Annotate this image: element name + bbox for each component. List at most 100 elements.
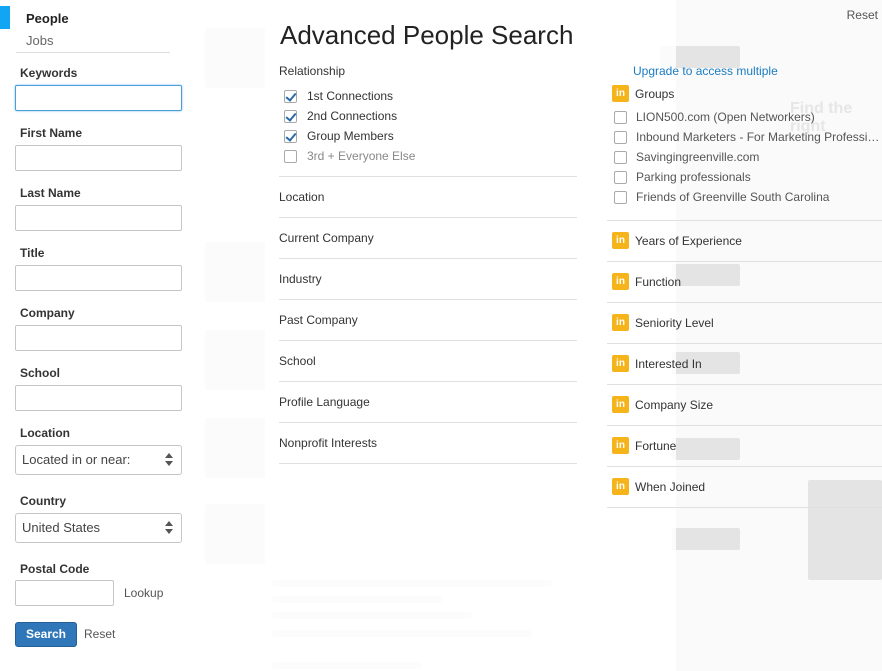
country-select-value: United States [22, 520, 101, 535]
section-divider [607, 507, 882, 508]
section-industry[interactable]: Industry [279, 272, 322, 286]
upgrade-link[interactable]: Upgrade to access multiple [633, 64, 778, 78]
section-divider [279, 217, 577, 218]
premium-filter-label: Fortune [635, 438, 677, 453]
title-label: Title [20, 246, 45, 260]
country-select[interactable]: United States [15, 513, 182, 543]
checkbox-unchecked[interactable] [614, 110, 627, 124]
section-school[interactable]: School [279, 354, 316, 368]
group-option[interactable]: Parking professionals [614, 170, 751, 184]
section-divider [607, 220, 882, 221]
checkbox-unchecked[interactable] [614, 150, 627, 164]
relationship-heading: Relationship [279, 64, 346, 78]
premium-filter-company-size[interactable]: in Company Size [612, 396, 713, 413]
section-divider [279, 258, 577, 259]
advanced-search-panel: Advanced People Search Reset Relationshi… [196, 0, 882, 671]
section-divider [279, 463, 577, 464]
checkbox-unchecked[interactable] [284, 149, 297, 163]
premium-filter-label: Company Size [635, 397, 714, 412]
advanced-search-screen: Find the right People Jobs Keywords Firs… [0, 0, 882, 671]
relationship-option-2nd[interactable]: 2nd Connections [284, 109, 397, 123]
checkbox-checked[interactable] [284, 89, 297, 103]
premium-filter-label: Function [635, 274, 682, 289]
group-option[interactable]: Savingingreenville.com [614, 150, 759, 164]
premium-filter-interested-in[interactable]: in Interested In [612, 355, 702, 372]
section-divider [279, 340, 577, 341]
group-label: Parking professionals [636, 170, 751, 184]
group-option[interactable]: Friends of Greenville South Carolina [614, 190, 829, 204]
company-input[interactable] [15, 325, 182, 351]
premium-filter-function[interactable]: in Function [612, 273, 681, 290]
location-select[interactable]: Located in or near: [15, 445, 182, 475]
nav-active-indicator [0, 6, 10, 29]
section-divider [607, 384, 882, 385]
section-divider [279, 381, 577, 382]
postal-code-input[interactable] [15, 580, 114, 606]
linkedin-premium-icon: in [612, 396, 629, 413]
nav-divider [16, 52, 170, 53]
relationship-option-1st[interactable]: 1st Connections [284, 89, 393, 103]
relationship-option-group[interactable]: Group Members [284, 129, 394, 143]
linkedin-premium-icon: in [612, 314, 629, 331]
group-label: Friends of Greenville South Carolina [636, 190, 830, 204]
section-divider [607, 261, 882, 262]
group-option[interactable]: LION500.com (Open Networkers) [614, 110, 815, 124]
section-location[interactable]: Location [279, 190, 324, 204]
checkbox-checked[interactable] [284, 109, 297, 123]
section-divider [607, 425, 882, 426]
premium-filter-label: Years of Experience [635, 233, 742, 248]
section-nonprofit-interests[interactable]: Nonprofit Interests [279, 436, 377, 450]
title-input[interactable] [15, 265, 182, 291]
checkbox-unchecked[interactable] [614, 190, 627, 204]
linkedin-premium-icon: in [612, 232, 629, 249]
page-title: Advanced People Search [280, 20, 574, 50]
school-label: School [20, 366, 61, 380]
section-divider [607, 343, 882, 344]
premium-filter-label: Seniority Level [635, 315, 714, 330]
section-divider [279, 422, 577, 423]
location-label: Location [20, 426, 70, 440]
lookup-link[interactable]: Lookup [124, 586, 163, 600]
top-reset-link[interactable]: Reset [847, 8, 878, 22]
option-label: 3rd + Everyone Else [307, 149, 416, 163]
premium-filter-label: Interested In [635, 356, 702, 371]
group-label: LION500.com (Open Networkers) [636, 110, 815, 124]
checkbox-unchecked[interactable] [614, 130, 627, 144]
reset-link[interactable]: Reset [84, 627, 115, 641]
first-name-label: First Name [20, 126, 83, 140]
group-label: Inbound Marketers - For Marketing Profes… [636, 130, 880, 144]
checkbox-checked[interactable] [284, 129, 297, 143]
group-option[interactable]: Inbound Marketers - For Marketing Profes… [614, 130, 879, 144]
option-label: Group Members [307, 129, 394, 143]
section-divider [279, 299, 577, 300]
school-input[interactable] [15, 385, 182, 411]
group-label: Savingingreenville.com [636, 150, 760, 164]
section-divider [607, 466, 882, 467]
postal-code-label: Postal Code [20, 562, 90, 576]
relationship-option-3rd[interactable]: 3rd + Everyone Else [284, 149, 415, 163]
premium-filter-label: When Joined [635, 479, 706, 494]
checkbox-unchecked[interactable] [614, 170, 627, 184]
linkedin-premium-icon: in [612, 355, 629, 372]
option-label: 2nd Connections [307, 109, 398, 123]
premium-filter-when-joined[interactable]: in When Joined [612, 478, 705, 495]
groups-heading-label: Groups [635, 86, 675, 101]
premium-filter-seniority[interactable]: in Seniority Level [612, 314, 714, 331]
company-label: Company [20, 306, 75, 320]
premium-filter-years-experience[interactable]: in Years of Experience [612, 232, 742, 249]
linkedin-premium-icon: in [612, 273, 629, 290]
first-name-input[interactable] [15, 145, 182, 171]
linkedin-premium-icon: in [612, 478, 629, 495]
premium-filter-fortune[interactable]: in Fortune [612, 437, 676, 454]
section-past-company[interactable]: Past Company [279, 313, 358, 327]
select-arrows-icon [165, 453, 173, 467]
section-current-company[interactable]: Current Company [279, 231, 374, 245]
nav-people[interactable]: People [26, 11, 69, 26]
linkedin-premium-icon: in [612, 85, 629, 102]
keywords-input[interactable] [15, 85, 182, 111]
keywords-label: Keywords [20, 66, 78, 80]
search-button[interactable]: Search [15, 622, 77, 647]
last-name-input[interactable] [15, 205, 182, 231]
nav-jobs[interactable]: Jobs [26, 33, 53, 48]
section-profile-language[interactable]: Profile Language [279, 395, 370, 409]
